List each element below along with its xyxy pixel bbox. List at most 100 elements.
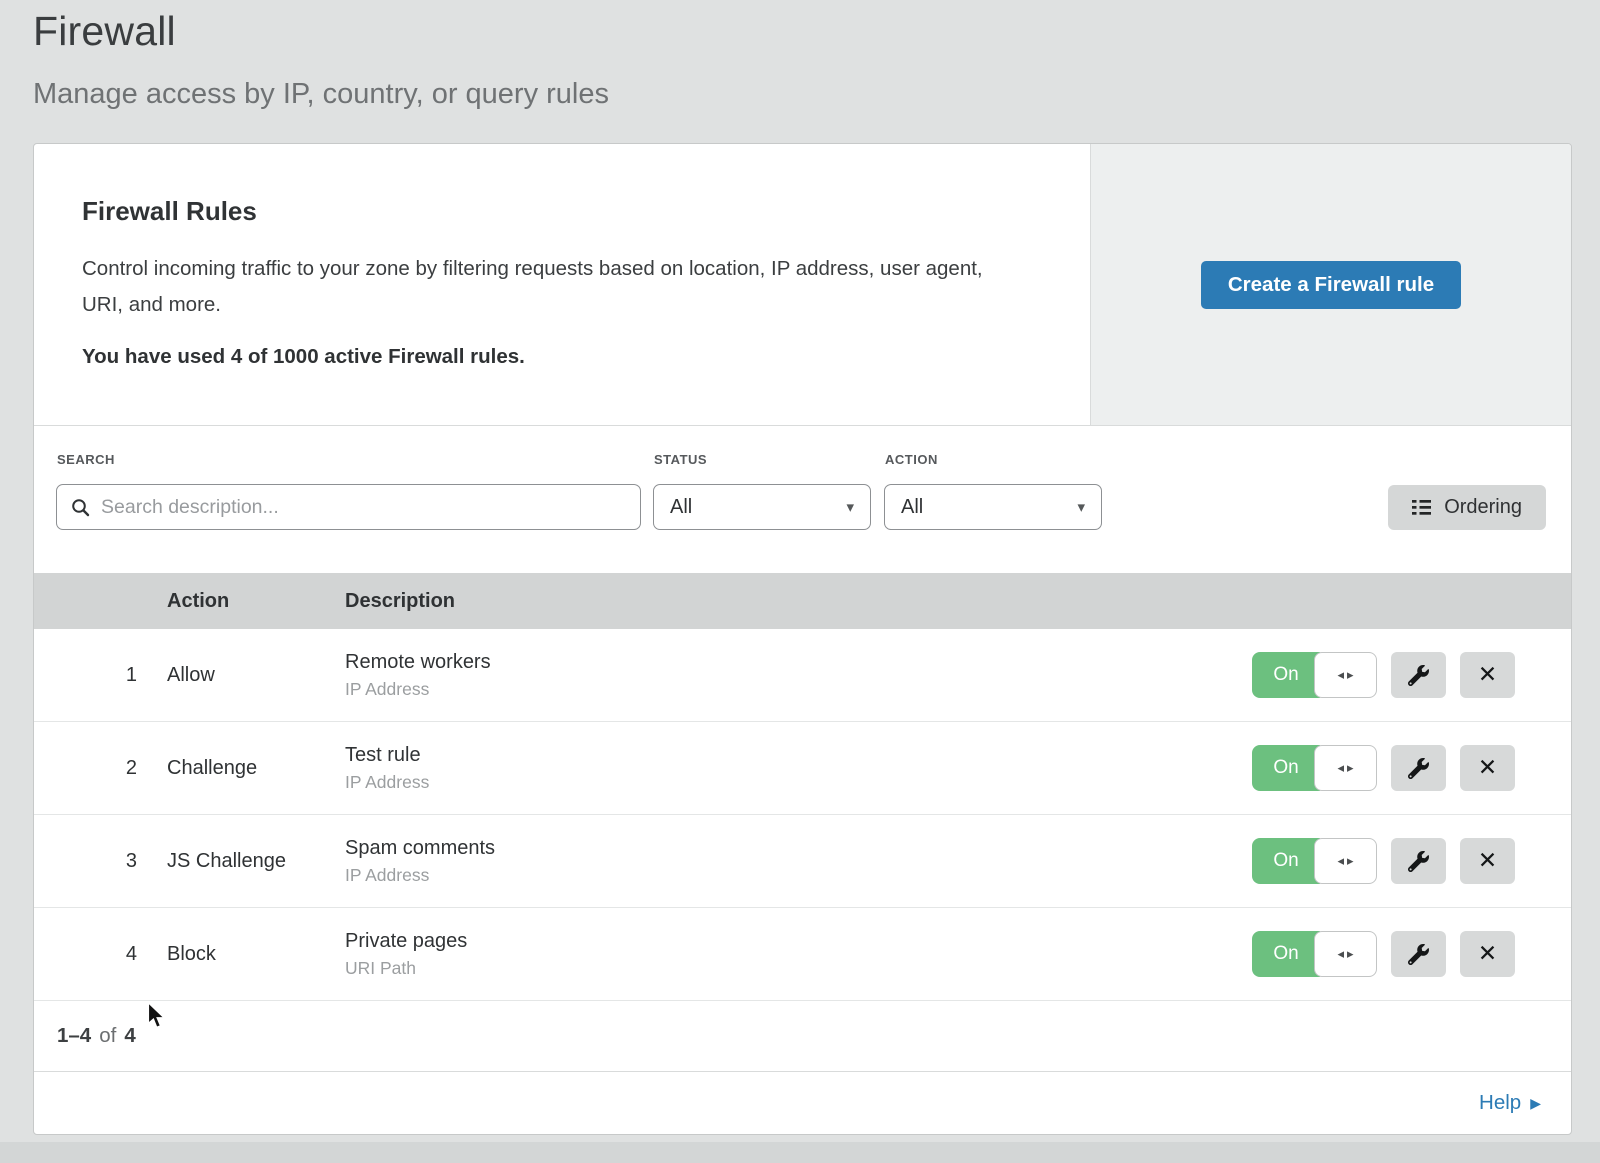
triangle-right-icon: ▸ [1347, 853, 1354, 869]
rules-intro-section: Firewall Rules Control incoming traffic … [34, 144, 1571, 426]
rule-match-type: IP Address [345, 865, 1252, 886]
rule-controls: On ◂▸ ✕ [1252, 652, 1571, 698]
firewall-rules-card: Firewall Rules Control incoming traffic … [33, 143, 1572, 1135]
close-icon: ✕ [1478, 941, 1497, 967]
card-footer: Help ▶ [34, 1072, 1571, 1134]
rule-controls: On ◂▸ ✕ [1252, 931, 1571, 977]
rule-action: JS Challenge [167, 850, 345, 873]
help-link-label: Help [1479, 1091, 1521, 1115]
pagination-total: 4 [124, 1024, 135, 1048]
ordering-button[interactable]: Ordering [1388, 485, 1546, 530]
edit-rule-button[interactable] [1391, 652, 1446, 698]
rule-action: Challenge [167, 757, 345, 780]
rule-enabled-toggle[interactable]: On ◂▸ [1252, 652, 1377, 698]
rule-action: Allow [167, 664, 345, 687]
action-column-header: Action [167, 590, 345, 613]
delete-rule-button[interactable]: ✕ [1460, 838, 1515, 884]
rule-controls: On ◂▸ ✕ [1252, 745, 1571, 791]
rule-description-cell: Private pages URI Path [345, 930, 1252, 979]
rule-description-cell: Spam comments IP Address [345, 837, 1252, 886]
triangle-right-icon: ▸ [1347, 760, 1354, 776]
close-icon: ✕ [1478, 755, 1497, 781]
description-column-header: Description [345, 590, 1571, 613]
rule-priority-number: 1 [34, 664, 167, 687]
action-selected-value: All [901, 496, 923, 519]
rule-enabled-toggle[interactable]: On ◂▸ [1252, 838, 1377, 884]
table-row: 3 JS Challenge Spam comments IP Address … [34, 815, 1571, 908]
rules-card-description: Control incoming traffic to your zone by… [82, 251, 1012, 323]
page-subtitle: Manage access by IP, country, or query r… [33, 78, 609, 111]
search-field[interactable] [56, 484, 641, 530]
table-header-row: Action Description [34, 573, 1571, 629]
close-icon: ✕ [1478, 662, 1497, 688]
toggle-on-label: On [1252, 652, 1320, 698]
search-input[interactable] [101, 496, 626, 519]
triangle-right-icon: ▸ [1347, 667, 1354, 683]
page-title: Firewall [33, 8, 176, 55]
toggle-on-label: On [1252, 745, 1320, 791]
rule-controls: On ◂▸ ✕ [1252, 838, 1571, 884]
triangle-left-icon: ◂ [1337, 667, 1344, 683]
delete-rule-button[interactable]: ✕ [1460, 931, 1515, 977]
pagination: 1–4 of 4 [34, 1001, 1571, 1072]
rule-priority-number: 4 [34, 943, 167, 966]
toggle-knob[interactable]: ◂▸ [1314, 745, 1377, 791]
wrench-icon [1408, 665, 1429, 686]
chevron-down-icon: ▾ [1077, 498, 1085, 516]
triangle-right-icon: ▸ [1347, 946, 1354, 962]
rule-match-type: IP Address [345, 679, 1252, 700]
triangle-left-icon: ◂ [1337, 760, 1344, 776]
search-icon [71, 498, 90, 517]
delete-rule-button[interactable]: ✕ [1460, 652, 1515, 698]
rule-priority-number: 3 [34, 850, 167, 873]
rule-match-type: URI Path [345, 958, 1252, 979]
table-row: 4 Block Private pages URI Path On ◂▸ ✕ [34, 908, 1571, 1001]
edit-rule-button[interactable] [1391, 931, 1446, 977]
action-label: ACTION [885, 452, 938, 467]
rule-enabled-toggle[interactable]: On ◂▸ [1252, 931, 1377, 977]
pagination-of: of [99, 1024, 116, 1048]
rule-description: Test rule [345, 744, 1252, 767]
window-bottom-edge [0, 1142, 1600, 1163]
toggle-knob[interactable]: ◂▸ [1314, 931, 1377, 977]
triangle-left-icon: ◂ [1337, 946, 1344, 962]
create-firewall-rule-button[interactable]: Create a Firewall rule [1201, 261, 1461, 309]
status-selected-value: All [670, 496, 692, 519]
ordering-button-label: Ordering [1444, 496, 1522, 519]
wrench-icon [1408, 851, 1429, 872]
rule-priority-number: 2 [34, 757, 167, 780]
rule-enabled-toggle[interactable]: On ◂▸ [1252, 745, 1377, 791]
rule-description: Remote workers [345, 651, 1252, 674]
wrench-icon [1408, 944, 1429, 965]
rule-description: Spam comments [345, 837, 1252, 860]
wrench-icon [1408, 758, 1429, 779]
toggle-on-label: On [1252, 838, 1320, 884]
toggle-knob[interactable]: ◂▸ [1314, 838, 1377, 884]
pagination-range: 1–4 [57, 1024, 91, 1048]
help-link[interactable]: Help ▶ [1479, 1091, 1541, 1115]
table-row: 1 Allow Remote workers IP Address On ◂▸ … [34, 629, 1571, 722]
edit-rule-button[interactable] [1391, 838, 1446, 884]
toggle-on-label: On [1252, 931, 1320, 977]
toggle-knob[interactable]: ◂▸ [1314, 652, 1377, 698]
table-row: 2 Challenge Test rule IP Address On ◂▸ ✕ [34, 722, 1571, 815]
rule-description-cell: Remote workers IP Address [345, 651, 1252, 700]
close-icon: ✕ [1478, 848, 1497, 874]
edit-rule-button[interactable] [1391, 745, 1446, 791]
delete-rule-button[interactable]: ✕ [1460, 745, 1515, 791]
status-label: STATUS [654, 452, 707, 467]
rule-description-cell: Test rule IP Address [345, 744, 1252, 793]
filters-bar: SEARCH STATUS All ▾ ACTION All ▾ Orderin… [34, 426, 1571, 573]
status-select[interactable]: All ▾ [653, 484, 871, 530]
chevron-down-icon: ▾ [846, 498, 854, 516]
rule-description: Private pages [345, 930, 1252, 953]
rules-intro-text: Firewall Rules Control incoming traffic … [34, 144, 1090, 425]
rules-card-title: Firewall Rules [82, 196, 1042, 227]
action-select[interactable]: All ▾ [884, 484, 1102, 530]
list-icon [1412, 499, 1431, 516]
rules-usage-text: You have used 4 of 1000 active Firewall … [82, 345, 1042, 369]
triangle-right-icon: ▶ [1530, 1095, 1541, 1112]
create-rule-panel: Create a Firewall rule [1090, 144, 1571, 425]
rule-action: Block [167, 943, 345, 966]
triangle-left-icon: ◂ [1337, 853, 1344, 869]
